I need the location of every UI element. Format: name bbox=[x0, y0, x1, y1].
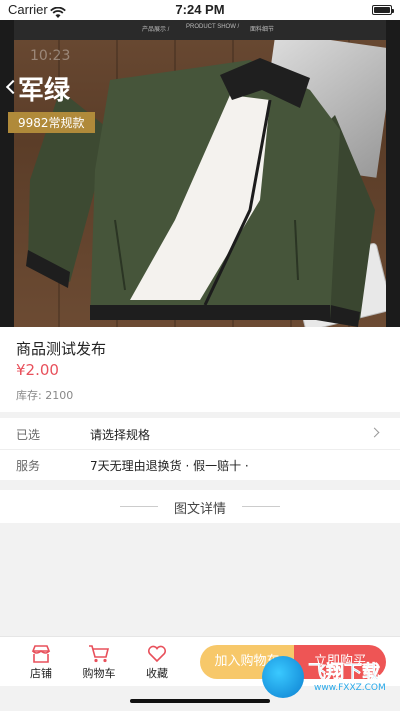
strip-item: 产品展示 / bbox=[142, 27, 170, 33]
buy-now-button[interactable]: 立即购买 bbox=[294, 645, 386, 679]
status-bar: Carrier 7:24 PM bbox=[0, 0, 400, 20]
battery-icon bbox=[372, 5, 394, 15]
store-icon bbox=[31, 645, 51, 663]
heart-icon bbox=[147, 645, 167, 663]
shop-label: 店铺 bbox=[30, 667, 52, 680]
product-title: 商品测试发布 bbox=[16, 340, 107, 358]
style-tag: 9982常规款 bbox=[8, 112, 95, 133]
favorite-button[interactable]: 收藏 bbox=[134, 641, 180, 683]
product-price: ¥2.00 bbox=[16, 361, 59, 379]
chevron-right-icon bbox=[369, 427, 380, 438]
divider bbox=[242, 506, 280, 507]
selected-value: 请选择规格 bbox=[90, 428, 151, 442]
strip-item: 面料细节 bbox=[250, 27, 275, 33]
product-info: 商品测试发布 ¥2.00 库存: 2100 bbox=[0, 327, 400, 412]
selected-label: 已选 bbox=[16, 428, 41, 442]
shop-button[interactable]: 店铺 bbox=[18, 641, 64, 683]
strip-item: PRODUCT SHOW / bbox=[186, 24, 240, 30]
status-time: 7:24 PM bbox=[175, 2, 225, 17]
color-label: 军绿 bbox=[18, 76, 71, 106]
service-row: 服务 7天无理由退换货 · 假一赔十 · bbox=[0, 449, 400, 480]
stock-value: 2100 bbox=[45, 389, 74, 402]
cart-label: 购物车 bbox=[82, 667, 116, 680]
product-stock: 库存: 2100 bbox=[16, 387, 73, 403]
service-label: 服务 bbox=[16, 459, 41, 473]
product-image[interactable]: 产品展示 / PRODUCT SHOW / 面料细节 10:23 军绿 9982… bbox=[0, 20, 400, 327]
jacket-image bbox=[26, 58, 375, 327]
home-indicator[interactable] bbox=[130, 699, 270, 703]
detail-title: 图文详情 bbox=[173, 502, 226, 517]
spec-select-row[interactable]: 已选 请选择规格 bbox=[0, 418, 400, 450]
stock-label: 库存: bbox=[16, 389, 42, 402]
add-to-cart-button[interactable]: 加入购物车 bbox=[200, 645, 294, 679]
favorite-label: 收藏 bbox=[146, 667, 168, 680]
cart-icon bbox=[89, 645, 110, 663]
detail-header: 图文详情 bbox=[0, 490, 400, 523]
image-top-strip: 产品展示 / PRODUCT SHOW / 面料细节 bbox=[14, 20, 386, 40]
cart-button[interactable]: 购物车 bbox=[76, 641, 122, 683]
service-value: 7天无理由退换货 · 假一赔十 · bbox=[90, 459, 249, 473]
image-overlay-time: 10:23 bbox=[30, 48, 71, 64]
spec-block: 已选 请选择规格 服务 7天无理由退换货 · 假一赔十 · bbox=[0, 418, 400, 480]
bottom-action-bar: 店铺 购物车 收藏 加入购物车 立即购买 bbox=[0, 636, 400, 686]
